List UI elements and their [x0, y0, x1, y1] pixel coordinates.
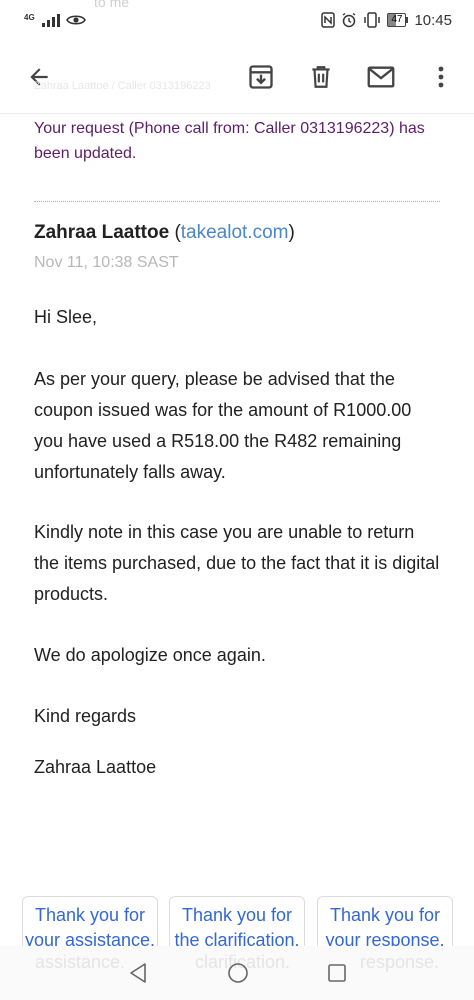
closing: Kind regards — [34, 706, 137, 726]
nav-home-icon[interactable] — [227, 962, 249, 984]
smart-reply-2[interactable]: Thank you for the clarification. — [169, 896, 305, 946]
smart-reply-3[interactable]: Thank you for your response. — [317, 896, 453, 946]
eye-icon — [65, 15, 86, 25]
background-ghost-text: to me — [94, 0, 130, 10]
nfc-icon — [321, 12, 336, 28]
nav-back-icon[interactable] — [127, 962, 149, 984]
greeting: Hi Slee, — [34, 307, 98, 327]
close-paren: ) — [288, 222, 295, 243]
mail-icon — [367, 66, 395, 87]
back-button[interactable] — [20, 58, 58, 96]
nav-recents-icon[interactable] — [327, 963, 347, 983]
toolbar — [0, 40, 474, 114]
quote-divider — [34, 201, 440, 202]
body-paragraph-2: Kindly note in this case you are unable … — [34, 522, 440, 604]
sender-domain-link[interactable]: takealot.com — [181, 222, 289, 243]
message-timestamp: Nov 11, 10:38 SAST — [34, 254, 179, 271]
battery-level: 47 — [387, 13, 407, 27]
clock: 10:45 — [414, 11, 452, 29]
smart-reply-chips: Thank you for your assistance. Thank you… — [0, 896, 474, 946]
nav-ghost-right: response. — [359, 952, 439, 972]
status-left: 4G — [24, 13, 86, 27]
signature: Zahraa Laattoe — [34, 757, 157, 777]
arrow-back-icon — [30, 67, 48, 86]
smart-reply-1[interactable]: Thank you for your assistance. — [22, 896, 158, 946]
request-update-notice: Your request (Phone call from: Caller 03… — [34, 120, 425, 162]
more-vert-icon — [438, 66, 444, 87]
network-type: 4G — [24, 13, 35, 22]
archive-icon — [249, 64, 273, 89]
archive-button[interactable] — [242, 58, 280, 96]
status-right: 47 10:45 — [321, 12, 452, 29]
body-paragraph-1: As per your query, please be advised tha… — [34, 369, 412, 482]
delete-icon — [312, 65, 330, 88]
more-options-button[interactable] — [422, 58, 460, 96]
body-paragraph-3: We do apologize once again. — [34, 645, 266, 665]
nav-ghost-left: assistance. — [34, 952, 126, 972]
alarm-icon — [342, 12, 356, 28]
signal-icon — [41, 13, 60, 27]
vibrate-icon — [364, 12, 381, 28]
mark-unread-button[interactable] — [362, 58, 400, 96]
toolbar-actions — [242, 58, 460, 96]
system-nav-bar: assistance. clarification. response. — [0, 946, 474, 1000]
sender-name: Zahraa Laattoe — [34, 222, 170, 243]
battery-icon: 47 — [387, 13, 409, 27]
sender-line: Zahraa Laattoe (takealot.com) — [34, 222, 295, 244]
status-bar: 4G 47 10:45 — [0, 0, 474, 40]
delete-button[interactable] — [302, 58, 340, 96]
